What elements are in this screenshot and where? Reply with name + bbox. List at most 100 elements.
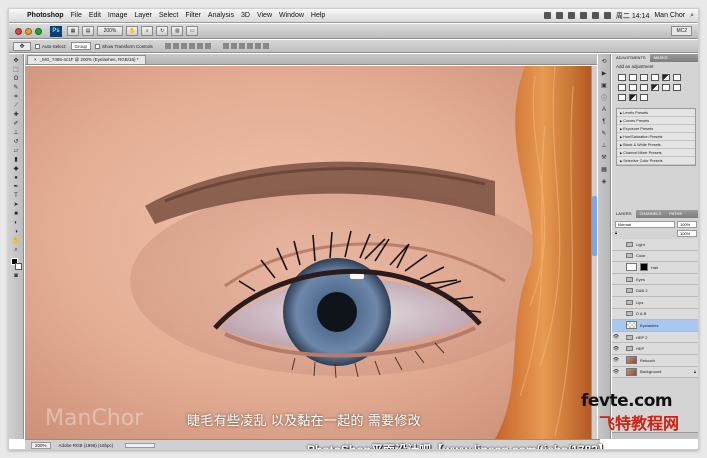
menu-file[interactable]: File xyxy=(71,12,82,19)
opacity-field[interactable]: 100% xyxy=(677,221,697,228)
history-icon[interactable]: ⟲ xyxy=(600,58,608,65)
color-balance-icon[interactable] xyxy=(618,84,626,91)
menu-analysis[interactable]: Analysis xyxy=(208,12,234,19)
swatches-icon[interactable]: ▦ xyxy=(600,166,608,173)
layer-row[interactable]: D & B xyxy=(612,308,698,321)
levels-icon[interactable] xyxy=(629,74,637,81)
distribute-top-icon[interactable] xyxy=(222,43,229,49)
invert-icon[interactable] xyxy=(662,84,670,91)
channel-mixer-icon[interactable] xyxy=(651,84,659,91)
zoom-level-select[interactable]: 200% xyxy=(97,26,123,36)
mini-bridge-icon[interactable]: ▤ xyxy=(82,26,94,36)
photo-filter-icon[interactable] xyxy=(640,84,648,91)
gradient-map-icon[interactable] xyxy=(629,94,637,101)
preset-item[interactable]: Curves Presets xyxy=(617,117,695,125)
tab-masks[interactable]: MASKS xyxy=(650,54,672,62)
app-menu[interactable]: Photoshop xyxy=(27,12,64,19)
auto-select-dropdown[interactable]: Group xyxy=(70,42,92,50)
auto-select-checkbox[interactable]: Auto-Select: xyxy=(35,43,67,49)
threshold-icon[interactable] xyxy=(618,94,626,101)
workspace-select[interactable]: MC2 xyxy=(671,26,692,36)
align-middle-icon[interactable] xyxy=(172,43,179,49)
layer-row[interactable]: Hair xyxy=(612,262,698,274)
menu-help[interactable]: Help xyxy=(311,12,325,19)
preset-item[interactable]: Channel Mixer Presets xyxy=(617,149,695,157)
status-zoom[interactable]: 200% xyxy=(31,442,51,449)
layer-row[interactable]: 👁︎ HEP xyxy=(612,343,698,355)
wifi-icon[interactable] xyxy=(591,12,599,19)
scroll-thumb[interactable] xyxy=(592,196,597,256)
align-left-icon[interactable] xyxy=(188,43,195,49)
lasso-tool-icon[interactable]: ʘ xyxy=(11,75,21,82)
layer-row[interactable]: 👁︎ HEP 2 xyxy=(612,331,698,344)
tab-paths[interactable]: PATHS xyxy=(665,210,686,218)
healing-brush-tool-icon[interactable]: ✚ xyxy=(11,111,21,118)
align-bottom-icon[interactable] xyxy=(180,43,187,49)
bluetooth-icon[interactable] xyxy=(579,12,587,19)
layer-row[interactable]: Color xyxy=(612,250,698,263)
distribute-left-icon[interactable] xyxy=(246,43,253,49)
hue-saturation-icon[interactable] xyxy=(673,74,681,81)
distribute-center-icon[interactable] xyxy=(254,43,261,49)
close-icon[interactable] xyxy=(15,27,22,35)
pen-tool-icon[interactable]: ✒ xyxy=(11,183,21,190)
brightness-contrast-icon[interactable] xyxy=(618,74,626,81)
screen-mode-icon[interactable]: ▭ xyxy=(186,26,199,36)
layer-row[interactable]: 👁︎ Retouch xyxy=(612,354,698,367)
bridge-icon[interactable]: ▦ xyxy=(67,26,79,36)
preset-item[interactable]: Hue/Saturation Presets xyxy=(617,133,695,141)
menu-3d[interactable]: 3D xyxy=(241,12,250,19)
gradient-tool-icon[interactable]: ▮ xyxy=(11,156,21,163)
menu-window[interactable]: Window xyxy=(279,12,304,19)
clone-stamp-tool-icon[interactable]: ⊥ xyxy=(11,129,21,136)
blur-tool-icon[interactable]: ◆ xyxy=(11,165,21,172)
lock-icon[interactable]: 🔒︎ xyxy=(615,230,617,237)
preset-item[interactable]: Exposure Presets xyxy=(617,125,695,133)
fill-field[interactable]: 100% xyxy=(677,230,697,237)
menu-image[interactable]: Image xyxy=(108,12,127,19)
eyedropper-tool-icon[interactable]: ⟋ xyxy=(11,102,21,109)
arrange-documents-icon[interactable]: ▥ xyxy=(171,26,184,36)
distribute-right-icon[interactable] xyxy=(262,43,269,49)
layer-row-selected[interactable]: Eyelashes xyxy=(612,320,698,332)
brush-tool-icon[interactable]: ✐ xyxy=(11,120,21,127)
preset-item[interactable]: Black & White Presets xyxy=(617,141,695,149)
visibility-toggle[interactable]: 👁︎ xyxy=(612,357,620,363)
tab-channels[interactable]: CHANNELS xyxy=(636,210,666,218)
hand-tool-icon[interactable]: ✋ xyxy=(126,26,139,36)
blend-mode-select[interactable]: Normal xyxy=(615,221,675,228)
document-canvas[interactable]: ManChor 睫毛有些凌乱 以及黏在一起的 需要修改 xyxy=(25,66,591,439)
quick-selection-tool-icon[interactable]: ✎ xyxy=(11,84,21,91)
move-tool-icon[interactable]: ✥ xyxy=(11,57,21,64)
curves-icon[interactable] xyxy=(640,74,648,81)
vibrance-icon[interactable] xyxy=(662,74,670,81)
document-tab[interactable]: × _MG_7465-4c1F @ 200% (Eyelashes, RGB/1… xyxy=(27,55,146,64)
selective-color-icon[interactable] xyxy=(640,94,648,101)
preset-item[interactable]: Levels Presets xyxy=(617,109,695,117)
dodge-tool-icon[interactable]: ● xyxy=(11,174,21,181)
distribute-middle-icon[interactable] xyxy=(230,43,237,49)
visibility-toggle[interactable]: 👁︎ xyxy=(612,334,620,340)
quick-mask-icon[interactable]: ◙ xyxy=(11,272,21,279)
rotate-view-icon[interactable]: ↻ xyxy=(156,26,169,36)
tool-presets-icon[interactable]: ⚒ xyxy=(600,154,608,161)
close-tab-icon[interactable]: × xyxy=(34,56,37,64)
navigator-icon[interactable]: ▣ xyxy=(600,82,608,89)
black-white-icon[interactable] xyxy=(629,84,637,91)
menu-edit[interactable]: Edit xyxy=(89,12,101,19)
zoom-tool-icon[interactable]: ⌕ xyxy=(11,246,21,253)
clock[interactable]: 周二 14:14 xyxy=(616,11,649,21)
layer-row[interactable]: D&B 2 xyxy=(612,285,698,297)
brushes-icon[interactable]: ✎ xyxy=(600,130,608,137)
layer-row[interactable]: Eyes xyxy=(612,273,698,286)
move-tool-preset-icon[interactable]: ✥ xyxy=(13,41,31,51)
zoom-icon[interactable] xyxy=(35,27,42,35)
visibility-toggle[interactable]: 👁︎ xyxy=(612,369,620,375)
menu-layer[interactable]: Layer xyxy=(134,12,152,19)
3d-orbit-tool-icon[interactable]: ◑ xyxy=(11,228,21,235)
exposure-icon[interactable] xyxy=(651,74,659,81)
layer-row[interactable]: Lips xyxy=(612,296,698,309)
marquee-tool-icon[interactable]: ⬚ xyxy=(11,66,21,73)
clone-source-icon[interactable]: ⊥ xyxy=(600,142,608,149)
3d-rotate-tool-icon[interactable]: ◐ xyxy=(11,219,21,226)
